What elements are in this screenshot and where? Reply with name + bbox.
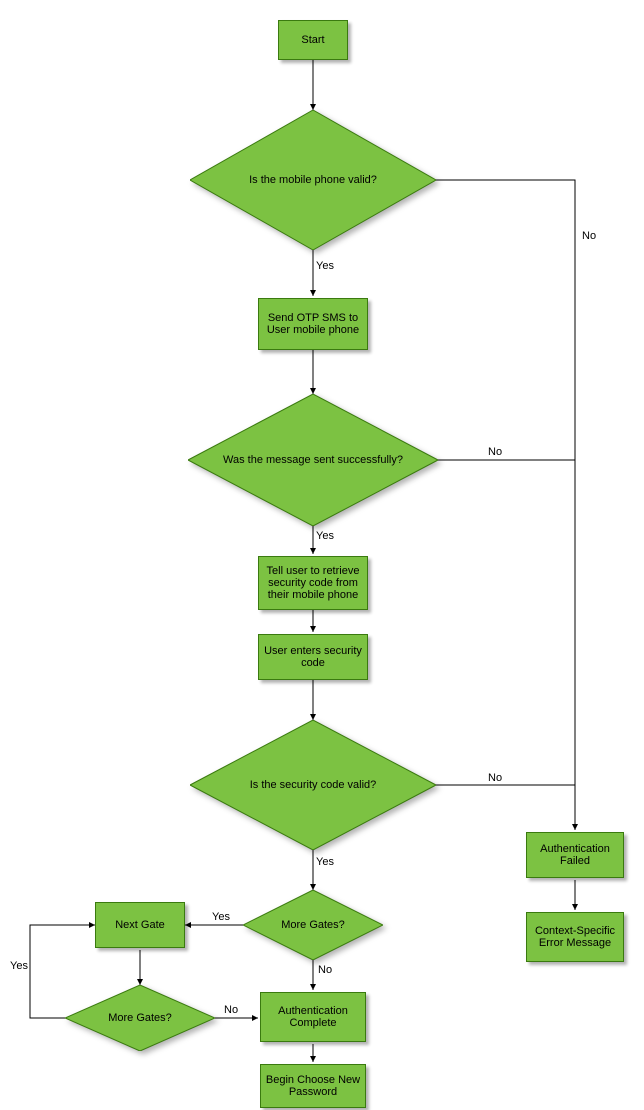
user-enters-label: User enters security code [263,645,363,669]
phone-valid-decision: Is the mobile phone valid? [190,110,436,250]
start-label: Start [301,34,324,46]
edge-more-gates-top-yes: Yes [212,911,230,923]
begin-choose-node: Begin Choose New Password [260,1064,366,1108]
tell-user-node: Tell user to retrieve security code from… [258,556,368,610]
error-msg-node: Context-Specific Error Message [526,912,624,962]
begin-choose-label: Begin Choose New Password [265,1074,361,1098]
user-enters-node: User enters security code [258,634,368,680]
start-node: Start [278,20,348,60]
edge-more-gates-top-no: No [318,964,332,976]
send-otp-label: Send OTP SMS to User mobile phone [263,312,363,336]
edge-more-gates-bottom-no: No [224,1004,238,1016]
auth-complete-label: Authentication Complete [265,1005,361,1029]
more-gates-top-decision: More Gates? [243,890,383,960]
msg-sent-decision: Was the message sent successfully? [188,394,438,526]
edge-msg-sent-yes: Yes [316,530,334,542]
phone-valid-label: Is the mobile phone valid? [249,174,377,186]
more-gates-bottom-label: More Gates? [108,1012,172,1024]
edge-phone-valid-no: No [582,230,596,242]
auth-failed-label: Authentication Failed [531,843,619,867]
more-gates-bottom-decision: More Gates? [65,985,215,1051]
edge-phone-valid-yes: Yes [316,260,334,272]
next-gate-label: Next Gate [115,919,165,931]
code-valid-decision: Is the security code valid? [190,720,436,850]
edge-code-valid-no: No [488,772,502,784]
tell-user-label: Tell user to retrieve security code from… [263,565,363,601]
edge-more-gates-bottom-yes: Yes [10,960,28,972]
auth-complete-node: Authentication Complete [260,992,366,1042]
more-gates-top-label: More Gates? [281,919,345,931]
auth-failed-node: Authentication Failed [526,832,624,878]
error-msg-label: Context-Specific Error Message [531,925,619,949]
msg-sent-label: Was the message sent successfully? [223,454,403,466]
edge-code-valid-yes: Yes [316,856,334,868]
code-valid-label: Is the security code valid? [250,779,377,791]
edge-msg-sent-no: No [488,446,502,458]
next-gate-node: Next Gate [95,902,185,948]
send-otp-node: Send OTP SMS to User mobile phone [258,298,368,350]
